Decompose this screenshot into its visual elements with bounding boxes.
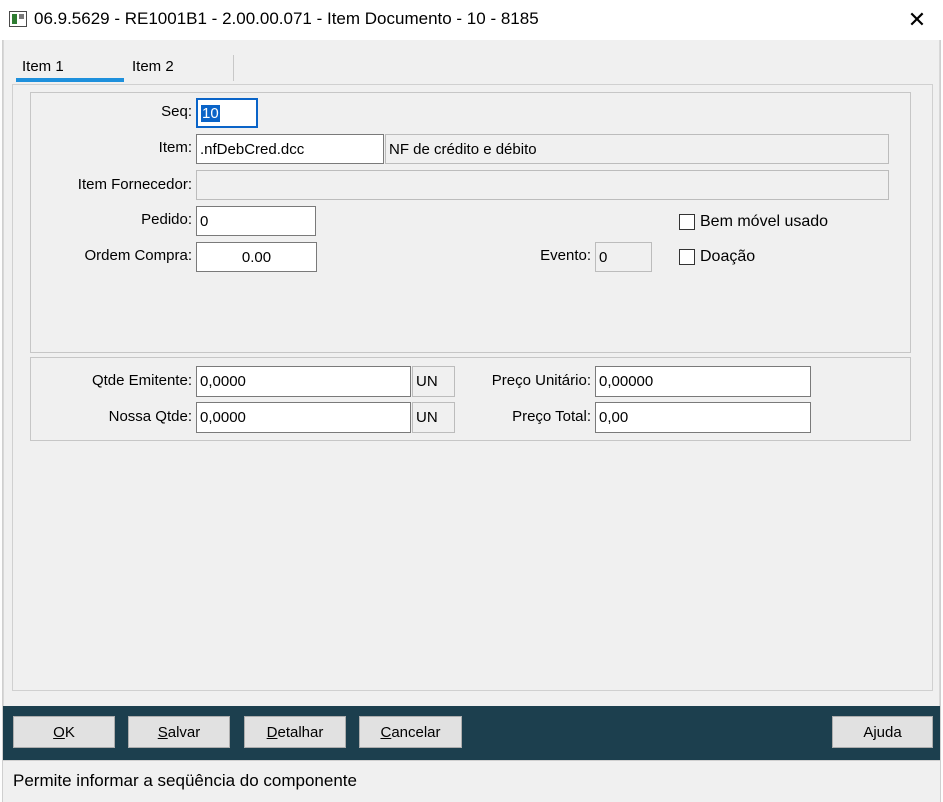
window-left-border xyxy=(0,40,3,802)
salvar-label-rest: alvar xyxy=(167,723,201,741)
nossa-qtde-input[interactable]: 0,0000 xyxy=(196,402,411,433)
active-tab-indicator xyxy=(16,78,124,82)
app-window-icon xyxy=(9,11,27,27)
tab-item-2[interactable]: Item 2 xyxy=(132,51,234,83)
status-message: Permite informar a seqüência do componen… xyxy=(13,771,357,790)
detalhar-mnemonic: D xyxy=(266,723,278,741)
preco-total-label: Preço Total: xyxy=(512,408,591,425)
evento-field: 0 xyxy=(595,242,652,272)
preco-unitario-label: Preço Unitário: xyxy=(491,372,591,389)
doacao-checkbox[interactable]: Doação xyxy=(679,248,755,266)
item-fornecedor-label: Item Fornecedor: xyxy=(77,176,192,193)
close-icon[interactable]: ✕ xyxy=(896,4,938,36)
nossa-qtde-unit: UN xyxy=(412,402,455,433)
seq-input[interactable]: 10 xyxy=(196,98,258,128)
ok-button[interactable]: OK xyxy=(13,716,115,748)
qtde-emitente-unit: UN xyxy=(412,366,455,397)
cancelar-label-rest: ancelar xyxy=(391,723,441,741)
seq-value: 10 xyxy=(201,104,220,122)
bem-movel-usado-label: Bem móvel usado xyxy=(700,213,829,230)
doacao-label: Doação xyxy=(700,248,756,265)
item-label: Item: xyxy=(158,139,192,156)
item-fornecedor-field xyxy=(196,170,889,200)
bem-movel-usado-checkbox-box[interactable] xyxy=(679,214,695,230)
nossa-qtde-label: Nossa Qtde: xyxy=(108,408,192,425)
preco-total-input[interactable]: 0,00 xyxy=(595,402,811,433)
detalhar-button[interactable]: Detalhar xyxy=(244,716,346,748)
salvar-mnemonic: S xyxy=(157,723,168,741)
qtde-emitente-label: Qtde Emitente: xyxy=(91,372,192,389)
bem-movel-usado-checkbox[interactable]: Bem móvel usado xyxy=(679,213,828,231)
ajuda-button[interactable]: Ajuda xyxy=(832,716,933,748)
evento-label: Evento: xyxy=(540,247,591,264)
item-description-field: NF de crédito e débito xyxy=(385,134,889,164)
pedido-label: Pedido: xyxy=(141,211,192,228)
ok-mnemonic: O xyxy=(53,723,65,741)
tab-separator xyxy=(233,55,234,81)
pedido-input[interactable]: 0 xyxy=(196,206,316,236)
item-code-input[interactable]: .nfDebCred.dcc xyxy=(196,134,384,164)
preco-unitario-input[interactable]: 0,00000 xyxy=(595,366,811,397)
salvar-button[interactable]: Salvar xyxy=(128,716,230,748)
window-title: 06.9.5629 - RE1001B1 - 2.00.00.071 - Ite… xyxy=(34,9,539,28)
cancelar-mnemonic: C xyxy=(380,723,392,741)
ordem-compra-input[interactable]: 0.00 xyxy=(196,242,317,272)
qtde-emitente-input[interactable]: 0,0000 xyxy=(196,366,411,397)
detalhar-label-rest: etalhar xyxy=(277,723,324,741)
ok-label-rest: K xyxy=(64,723,75,741)
doacao-checkbox-box[interactable] xyxy=(679,249,695,265)
ordem-compra-label: Ordem Compra: xyxy=(84,247,192,264)
cancelar-button[interactable]: Cancelar xyxy=(359,716,462,748)
seq-label: Seq: xyxy=(161,103,192,120)
